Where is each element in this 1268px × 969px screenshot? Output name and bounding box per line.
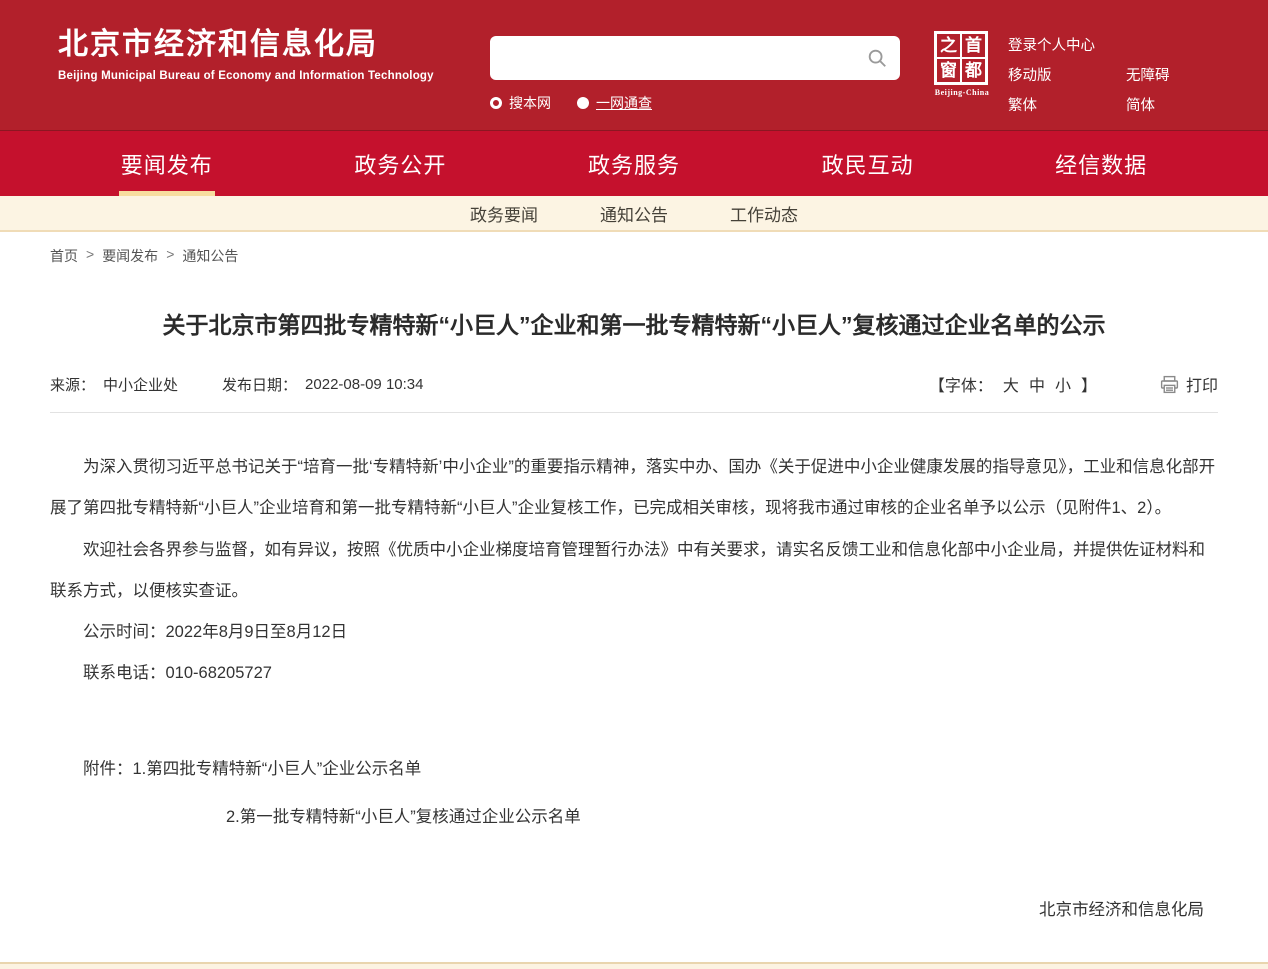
header-quick-links: 登录个人中心 移动版 无障碍 繁体 简体 (1008, 34, 1244, 124)
article-title: 关于北京市第四批专精特新“小巨人”企业和第一批专精特新“小巨人”复核通过企业名单… (68, 308, 1201, 342)
search-box (490, 36, 900, 80)
search-scope-this-site[interactable]: 搜本网 (490, 93, 551, 113)
font-size-small-button[interactable]: 小 (1055, 372, 1071, 396)
paragraph-spacer (50, 695, 1218, 749)
breadcrumb-separator: > (166, 246, 174, 266)
contact-phone: 联系电话：010-68205727 (50, 653, 1218, 694)
capital-window-caption: Beijing-China (934, 88, 990, 97)
breadcrumb-news-release[interactable]: 要闻发布 (102, 246, 158, 266)
article-signature: 北京市经济和信息化局 (50, 890, 1218, 931)
content-area: 首页 > 要闻发布 > 通知公告 关于北京市第四批专精特新“小巨人”企业和第一批… (0, 232, 1268, 962)
breadcrumb-notices[interactable]: 通知公告 (182, 246, 238, 266)
nav-item-public-interaction[interactable]: 政民互动 (751, 131, 985, 196)
main-nav: 要闻发布 政务公开 政务服务 政民互动 经信数据 (0, 130, 1268, 196)
breadcrumb-home[interactable]: 首页 (50, 246, 78, 266)
search-input[interactable] (490, 36, 900, 80)
publish-date-value: 2022-08-09 10:34 (305, 376, 423, 393)
font-size-open-bracket: 【字体： (929, 372, 993, 396)
article-meta-right: 【字体： 大 中 小 】 (929, 372, 1218, 396)
subnav-item-notices[interactable]: 通知公告 (600, 201, 668, 226)
radio-dot-icon (577, 97, 589, 109)
breadcrumb: 首页 > 要闻发布 > 通知公告 (50, 246, 1218, 266)
mobile-version-link[interactable]: 移动版 (1008, 64, 1126, 85)
search-area: 搜本网 一网通查 (490, 36, 900, 113)
font-size-control: 【字体： 大 中 小 】 (929, 372, 1097, 396)
attachment-item-1[interactable]: 附件：1.第四批专精特新“小巨人”企业公示名单 (50, 749, 1218, 790)
simplified-chinese-link[interactable]: 简体 (1126, 94, 1244, 115)
print-button[interactable]: 打印 (1159, 372, 1218, 396)
article-body: 为深入贯彻习近平总书记关于“培育一批‘专精特新’中小企业”的重要指示精神，落实中… (50, 447, 1218, 931)
site-logo[interactable]: 北京市经济和信息化局 Beijing Municipal Bureau of E… (58, 27, 434, 82)
capital-window-char: 都 (961, 58, 986, 83)
search-scope-network[interactable]: 一网通查 (577, 93, 652, 113)
site-title: 北京市经济和信息化局 (58, 27, 434, 63)
search-scope-label: 一网通查 (596, 93, 652, 113)
attachment-item-2[interactable]: 2.第一批专精特新“小巨人”复核通过企业公示名单 (50, 797, 1218, 838)
capital-window-logo[interactable]: 之 首 窗 都 Beijing-China (934, 31, 990, 97)
printer-icon (1159, 374, 1180, 395)
login-link[interactable]: 登录个人中心 (1008, 34, 1126, 55)
nav-item-gov-services[interactable]: 政务服务 (517, 131, 751, 196)
traditional-chinese-link[interactable]: 繁体 (1008, 94, 1126, 115)
source-label: 来源： (50, 374, 95, 395)
sub-nav: 政务要闻 通知公告 工作动态 (0, 196, 1268, 232)
font-size-medium-button[interactable]: 中 (1029, 372, 1045, 396)
page: 北京市经济和信息化局 Beijing Municipal Bureau of E… (0, 0, 1268, 969)
nav-item-news-release[interactable]: 要闻发布 (50, 131, 284, 196)
article-meta-row: 来源： 中小企业处 发布日期： 2022-08-09 10:34 【字体： 大 … (50, 372, 1218, 413)
breadcrumb-separator: > (86, 246, 94, 266)
font-size-large-button[interactable]: 大 (1003, 372, 1019, 396)
print-label: 打印 (1186, 372, 1218, 396)
subnav-item-gov-news[interactable]: 政务要闻 (470, 201, 538, 226)
subnav-item-work-updates[interactable]: 工作动态 (730, 201, 798, 226)
article-paragraph: 为深入贯彻习近平总书记关于“培育一批‘专精特新’中小企业”的重要指示精神，落实中… (50, 447, 1218, 530)
accessibility-link[interactable]: 无障碍 (1126, 64, 1244, 85)
site-title-english: Beijing Municipal Bureau of Economy and … (58, 70, 434, 82)
font-size-close-bracket: 】 (1081, 372, 1097, 396)
capital-window-char: 窗 (936, 58, 961, 83)
search-scope-label: 搜本网 (509, 93, 551, 113)
publicity-period: 公示时间：2022年8月9日至8月12日 (50, 612, 1218, 653)
search-scope-options: 搜本网 一网通查 (490, 93, 900, 113)
footer-strip (0, 962, 1268, 969)
nav-item-economic-data[interactable]: 经信数据 (984, 131, 1218, 196)
nav-item-gov-affairs-open[interactable]: 政务公开 (284, 131, 518, 196)
source-value: 中小企业处 (103, 374, 178, 395)
radio-ring-icon (490, 97, 502, 109)
site-header: 北京市经济和信息化局 Beijing Municipal Bureau of E… (0, 0, 1268, 130)
capital-window-char: 首 (961, 33, 986, 58)
publish-date-label: 发布日期： (222, 374, 297, 395)
article-meta-left: 来源： 中小企业处 发布日期： 2022-08-09 10:34 (50, 374, 423, 395)
article-paragraph: 欢迎社会各界参与监督，如有异议，按照《优质中小企业梯度培育管理暂行办法》中有关要… (50, 530, 1218, 613)
capital-window-char: 之 (936, 33, 961, 58)
capital-window-grid: 之 首 窗 都 (934, 31, 988, 85)
search-icon[interactable] (866, 47, 888, 69)
